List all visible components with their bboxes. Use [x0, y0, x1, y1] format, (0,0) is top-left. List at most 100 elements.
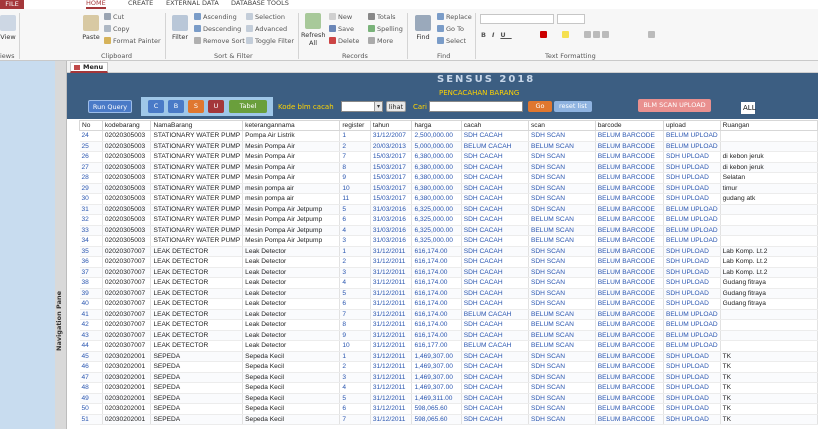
table-cell[interactable]: SDH SCAN — [528, 277, 596, 289]
table-cell[interactable]: BELUM BARCODE — [595, 298, 664, 310]
table-cell[interactable]: 02020305003 — [102, 172, 152, 184]
table-cell[interactable]: 34 — [79, 235, 103, 247]
table-cell[interactable]: SEPEDA — [150, 351, 244, 362]
remove-sort-button[interactable]: Remove Sort — [194, 37, 245, 46]
bold-italic-underline[interactable]: BIU — [481, 31, 512, 40]
table-row[interactable]: 44 02020307007 LEAK DETECTOR Leak Detector 1… — [79, 340, 818, 352]
table-cell[interactable]: SDH CACAH — [461, 256, 529, 268]
table-cell[interactable]: 02020305003 — [102, 193, 152, 205]
table-cell[interactable]: 15/03/2017 — [370, 151, 413, 163]
table-cell[interactable]: Lab Komp. Lt.2 — [720, 267, 818, 278]
table-cell[interactable]: BELUM CACAH — [461, 141, 529, 152]
table-cell[interactable]: 1,469,311.00 — [411, 393, 462, 404]
table-cell[interactable]: 31/12/2011 — [370, 414, 413, 425]
tab-menu[interactable]: Menu — [70, 62, 108, 73]
table-cell[interactable]: SDH CACAH — [461, 414, 529, 425]
table-cell[interactable]: 38 — [79, 277, 103, 289]
table-cell[interactable] — [720, 330, 818, 341]
table-cell[interactable]: SDH CACAH — [461, 351, 529, 362]
table-cell[interactable]: 598,065.60 — [411, 414, 462, 425]
table-cell[interactable]: SDH SCAN — [528, 382, 596, 394]
replace-button[interactable]: Replace — [437, 13, 472, 22]
table-cell[interactable]: Mesin Pompa Air Jetpump — [242, 225, 341, 236]
table-cell[interactable]: BELUM SCAN — [528, 330, 596, 341]
cut-button[interactable]: Cut — [104, 13, 124, 22]
table-cell[interactable]: Gudang fitraya — [720, 298, 818, 310]
table-cell[interactable]: STATIONARY WATER PUMP — [150, 183, 244, 194]
table-cell[interactable]: LEAK DETECTOR — [150, 277, 244, 289]
table-cell[interactable]: TK — [720, 403, 818, 415]
table-row[interactable]: 49 02030202001 SEPEDA Sepeda Kecil 5 31/12/20… — [79, 393, 818, 404]
table-cell[interactable]: di kebon jeruk — [720, 162, 818, 173]
table-cell[interactable]: BELUM BARCODE — [595, 141, 664, 152]
run-query-button[interactable]: Run Query — [88, 100, 132, 113]
table-cell[interactable]: 43 — [79, 330, 103, 341]
table-row[interactable]: 43 02020307007 LEAK DETECTOR Leak Detector 9… — [79, 330, 818, 341]
new-record-button[interactable]: New — [329, 13, 352, 22]
table-cell[interactable]: Mesin Pompa Air — [242, 172, 341, 184]
b-button[interactable]: B — [168, 100, 184, 113]
column-header[interactable]: tahun — [369, 120, 413, 131]
table-cell[interactable]: SDH CACAH — [461, 288, 529, 299]
table-cell[interactable]: 31/12/2011 — [370, 382, 413, 394]
table-cell[interactable]: 31/12/2011 — [370, 256, 413, 268]
table-cell[interactable]: 45 — [79, 351, 103, 362]
table-cell[interactable]: 02020307007 — [102, 330, 152, 341]
table-cell[interactable]: 29 — [79, 183, 103, 194]
delete-record-button[interactable]: Delete — [329, 37, 359, 46]
table-cell[interactable]: 50 — [79, 403, 103, 415]
table-cell[interactable]: BELUM CACAH — [461, 309, 529, 320]
table-cell[interactable]: LEAK DETECTOR — [150, 298, 244, 310]
paste-button[interactable]: Paste — [80, 15, 102, 41]
table-cell[interactable]: SDH SCAN — [528, 246, 596, 257]
table-cell[interactable]: 616,174.00 — [411, 288, 462, 299]
table-cell[interactable]: Leak Detector — [242, 267, 341, 278]
table-cell[interactable]: BELUM BARCODE — [595, 172, 664, 184]
table-cell[interactable]: 616,174.00 — [411, 246, 462, 257]
table-cell[interactable]: 31/12/2011 — [370, 351, 413, 362]
tab-home[interactable]: HOME — [86, 0, 106, 9]
table-cell[interactable]: STATIONARY WATER PUMP — [150, 151, 244, 163]
table-cell[interactable]: 49 — [79, 393, 103, 404]
table-cell[interactable]: 2,500,000.00 — [411, 130, 462, 142]
ascending-button[interactable]: Ascending — [194, 13, 237, 22]
table-cell[interactable]: Sepeda Kecil — [242, 414, 341, 425]
table-cell[interactable]: mesin pompa air — [242, 193, 341, 205]
table-cell[interactable]: LEAK DETECTOR — [150, 288, 244, 299]
table-row[interactable]: 25 02020305003 STATIONARY WATER PUMP Mesin … — [79, 141, 818, 152]
table-cell[interactable]: 10 — [339, 183, 371, 194]
table-cell[interactable]: 02020307007 — [102, 309, 152, 320]
table-row[interactable]: 36 02020307007 LEAK DETECTOR Leak Detector 2… — [79, 256, 818, 268]
table-cell[interactable]: BELUM BARCODE — [595, 330, 664, 341]
column-header[interactable]: barcode — [594, 120, 664, 131]
table-cell[interactable]: SDH UPLOAD — [663, 393, 721, 404]
table-cell[interactable]: STATIONARY WATER PUMP — [150, 235, 244, 247]
table-cell[interactable]: SEPEDA — [150, 403, 244, 415]
table-cell[interactable]: BELUM SCAN — [528, 225, 596, 236]
chevron-down-icon[interactable]: ▾ — [374, 102, 382, 111]
save-record-button[interactable]: Save — [329, 25, 354, 34]
table-cell[interactable]: 02020307007 — [102, 256, 152, 268]
table-cell[interactable]: LEAK DETECTOR — [150, 330, 244, 341]
table-cell[interactable]: BELUM UPLOAD — [663, 340, 721, 352]
table-cell[interactable]: 15/03/2017 — [370, 172, 413, 184]
table-cell[interactable]: SDH UPLOAD — [663, 361, 721, 373]
table-cell[interactable]: 31/12/2011 — [370, 267, 413, 278]
totals-button[interactable]: Totals — [368, 13, 396, 22]
table-cell[interactable]: 41 — [79, 309, 103, 320]
table-cell[interactable]: BELUM BARCODE — [595, 319, 664, 331]
table-cell[interactable]: Sepeda Kecil — [242, 351, 341, 362]
table-cell[interactable]: 39 — [79, 288, 103, 299]
table-cell[interactable]: 02020305003 — [102, 225, 152, 236]
table-cell[interactable]: 6,380,000.00 — [411, 172, 462, 184]
table-cell[interactable]: BELUM SCAN — [528, 214, 596, 226]
table-cell[interactable]: BELUM BARCODE — [595, 414, 664, 425]
table-cell[interactable]: Mesin Pompa Air Jetpump — [242, 235, 341, 247]
lihat-button[interactable]: lihat — [386, 101, 406, 112]
table-cell[interactable]: SDH UPLOAD — [663, 351, 721, 362]
table-cell[interactable]: 10 — [339, 340, 371, 352]
table-cell[interactable] — [720, 225, 818, 236]
c-button[interactable]: C — [148, 100, 164, 113]
table-cell[interactable]: SDH CACAH — [461, 382, 529, 394]
table-cell[interactable]: Lab Komp. Lt.2 — [720, 256, 818, 268]
